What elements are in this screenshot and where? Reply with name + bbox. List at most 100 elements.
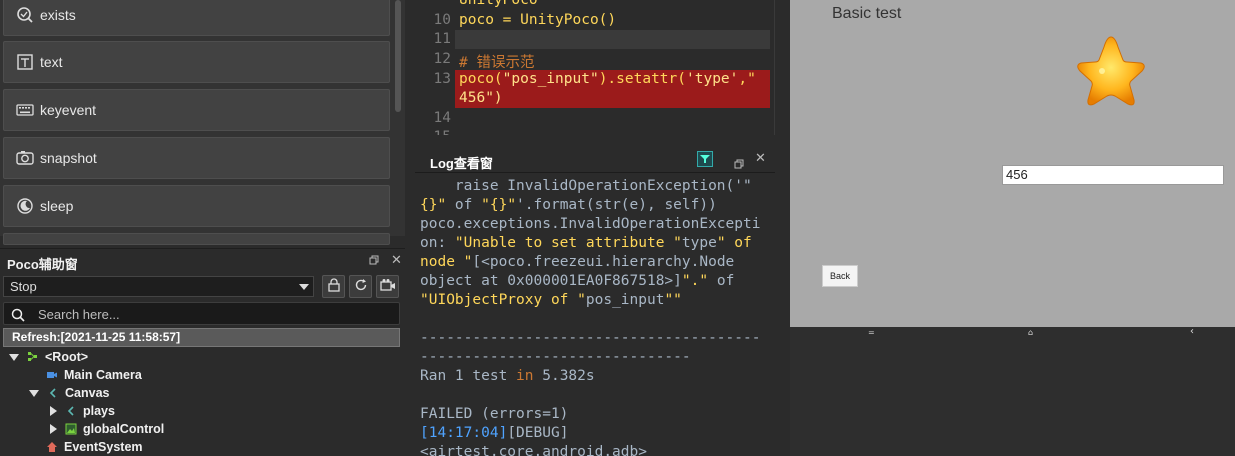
tree-node-label: EventSystem: [64, 440, 143, 454]
search-box[interactable]: [3, 302, 400, 325]
lock-button[interactable]: [322, 275, 345, 298]
poco-mode-value: Stop: [10, 279, 37, 294]
search-input[interactable]: [38, 305, 388, 323]
log-line: on: "Unable to set attribute "type" of: [420, 235, 752, 251]
keyevent-label: keyevent: [40, 102, 97, 118]
log-text: [<poco.freezeui.hierarchy.Node: [472, 254, 735, 270]
log-keyword: in: [516, 368, 534, 384]
log-text: on:: [420, 235, 455, 251]
device-screen-title: Basic test: [832, 5, 902, 22]
search-icon: [11, 307, 25, 326]
snapshot-button[interactable]: snapshot: [3, 137, 390, 179]
close-icon[interactable]: ✕: [755, 151, 766, 166]
log-string: "{}": [481, 197, 517, 213]
log-output[interactable]: ` raise InvalidOperationException('" {}"…: [415, 174, 775, 456]
close-icon[interactable]: ✕: [391, 253, 402, 268]
log-text: Ran 1 test: [420, 368, 517, 384]
log-text: type: [681, 235, 717, 251]
keyevent-button[interactable]: keyevent: [3, 89, 390, 131]
tree-node-global-control[interactable]: globalControl: [50, 420, 164, 438]
filter-icon[interactable]: [697, 151, 713, 171]
tree-node-label: Main Camera: [64, 368, 142, 382]
line-number: 12: [433, 51, 451, 67]
code-editor[interactable]: UnityPoco 10 poco = UnityPoco() 11 12 # …: [415, 0, 775, 135]
expand-arrow-icon[interactable]: [9, 353, 19, 361]
code-token: ,": [738, 71, 756, 87]
collapse-arrow-icon[interactable]: [50, 424, 57, 434]
device-screen[interactable]: Basic test 456 Back: [790, 0, 1235, 327]
root-node-icon: [27, 351, 39, 363]
tree-node-label: Canvas: [65, 386, 110, 400]
sleep-button[interactable]: sleep: [3, 185, 390, 227]
poco-panel-title: Poco辅助窗: [7, 257, 78, 272]
star-icon[interactable]: [1075, 35, 1147, 115]
home-key[interactable]: ⌂: [1028, 328, 1033, 337]
log-level: [DEBUG]: [507, 425, 569, 441]
refresh-button[interactable]: [349, 275, 372, 298]
line-number: 11: [433, 31, 451, 47]
chevron-down-icon: [299, 284, 309, 290]
code-string: 'type': [686, 71, 739, 87]
expand-arrow-icon[interactable]: [29, 389, 39, 397]
log-line: node "[<poco.freezeui.hierarchy.Node: [420, 254, 734, 270]
exists-label: exists: [40, 7, 76, 23]
plays-node-icon: [65, 405, 77, 417]
line-number: 13: [433, 71, 451, 87]
log-line: ---------------------------------------: [420, 330, 761, 346]
back-key[interactable]: ‹: [1190, 326, 1194, 337]
tree-node-plays[interactable]: plays: [50, 402, 115, 420]
line-number: 15: [415, 129, 451, 135]
search-check-icon: [14, 6, 36, 24]
api-list-scrollbar[interactable]: [395, 0, 401, 112]
log-line: -------------------------------: [420, 349, 691, 365]
moon-icon: [14, 197, 36, 215]
exists-button[interactable]: exists: [3, 0, 390, 36]
log-string: "UIObjectProxy of ": [420, 292, 586, 308]
tree-node-event-system[interactable]: EventSystem: [46, 438, 143, 456]
log-text: 5.382s: [533, 368, 595, 384]
restore-window-icon[interactable]: [369, 255, 379, 268]
code-token: poco(: [459, 71, 503, 87]
text-button[interactable]: text: [3, 41, 390, 83]
tree-node-root[interactable]: <Root>: [9, 348, 88, 366]
log-panel-title: Log查看窗: [430, 156, 493, 171]
back-button[interactable]: Back: [822, 265, 858, 287]
collapse-arrow-icon[interactable]: [50, 406, 57, 416]
log-line: {}" of "{}"'.format(str(e), self)): [420, 197, 717, 213]
poco-panel-header: Poco辅助窗 ✕: [0, 248, 405, 274]
snapshot-label: snapshot: [40, 150, 97, 166]
log-line: object at 0x000001EA0F867518>]"." of: [420, 273, 734, 289]
log-string: ".": [681, 273, 709, 289]
record-button[interactable]: [376, 275, 399, 298]
pos-input-field[interactable]: 456: [1002, 165, 1224, 185]
log-line: <airtest.core.android.adb>: [420, 444, 647, 456]
poco-mode-select[interactable]: Stop: [3, 276, 314, 297]
refresh-timestamp-bar[interactable]: Refresh:[2021-11-25 11:58:57]: [3, 328, 400, 347]
panel-divider[interactable]: [405, 0, 415, 456]
log-string: {}": [420, 197, 447, 213]
log-line: `: [420, 174, 429, 176]
event-system-icon: [46, 441, 58, 453]
camera-node-icon: [46, 369, 58, 381]
panel-divider[interactable]: [775, 0, 790, 456]
tree-node-main-camera[interactable]: Main Camera: [46, 366, 142, 384]
log-line: poco.exceptions.InvalidOperationExcepti: [420, 216, 761, 232]
log-line: raise InvalidOperationException('": [420, 178, 752, 194]
tree-node-label: globalControl: [83, 422, 165, 436]
tree-node-label: plays: [83, 404, 115, 418]
api-button-partial[interactable]: [3, 233, 390, 245]
camera-icon: [14, 150, 36, 166]
code-comment: # 错误示范: [459, 55, 535, 71]
log-text: object at 0x000001EA0F867518>]: [420, 273, 682, 289]
tree-node-canvas[interactable]: Canvas: [29, 384, 109, 402]
log-panel-header: Log查看窗 ✕: [415, 145, 775, 173]
log-line: [14:17:04][DEBUG]: [420, 425, 568, 441]
log-line: FAILED (errors=1): [420, 406, 569, 422]
menu-key[interactable]: =: [868, 328, 875, 337]
log-line: Ran 1 test in 5.382s: [420, 368, 595, 384]
text-label: text: [40, 54, 63, 70]
restore-window-icon[interactable]: [734, 154, 744, 173]
code-line: UnityPoco: [459, 0, 538, 8]
log-text: of: [446, 197, 482, 213]
line-number: 10: [433, 12, 451, 28]
